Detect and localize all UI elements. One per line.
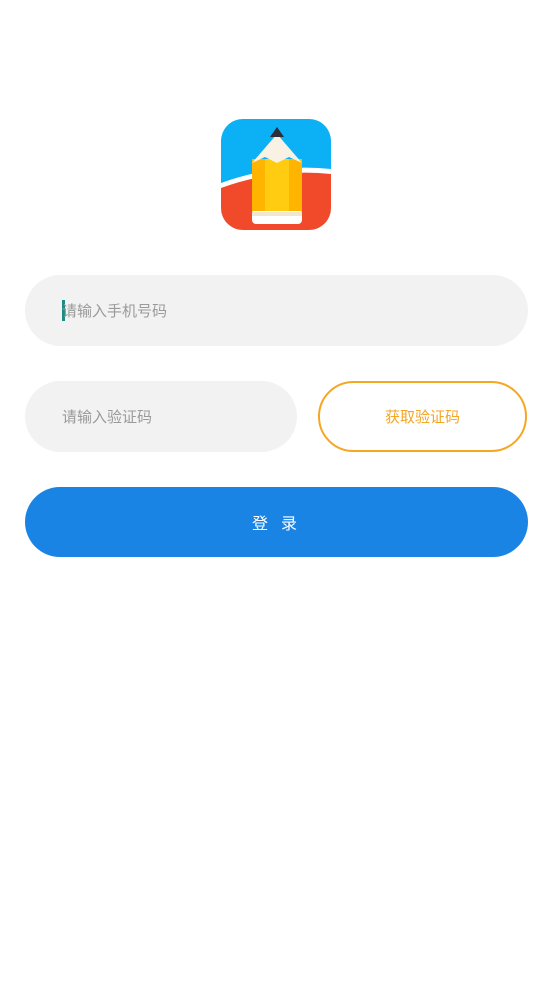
phone-placeholder: 请输入手机号码 bbox=[62, 302, 168, 320]
code-placeholder: 请输入验证码 bbox=[62, 408, 153, 426]
app-logo bbox=[221, 119, 331, 230]
pencil-app-logo-icon bbox=[221, 119, 331, 230]
get-code-button[interactable]: 获取验证码 bbox=[318, 381, 527, 452]
verification-code-input[interactable]: 请输入验证码 bbox=[25, 381, 297, 452]
phone-input[interactable]: 请输入手机号码 bbox=[25, 275, 528, 346]
login-button[interactable]: 登 录 bbox=[25, 487, 528, 557]
